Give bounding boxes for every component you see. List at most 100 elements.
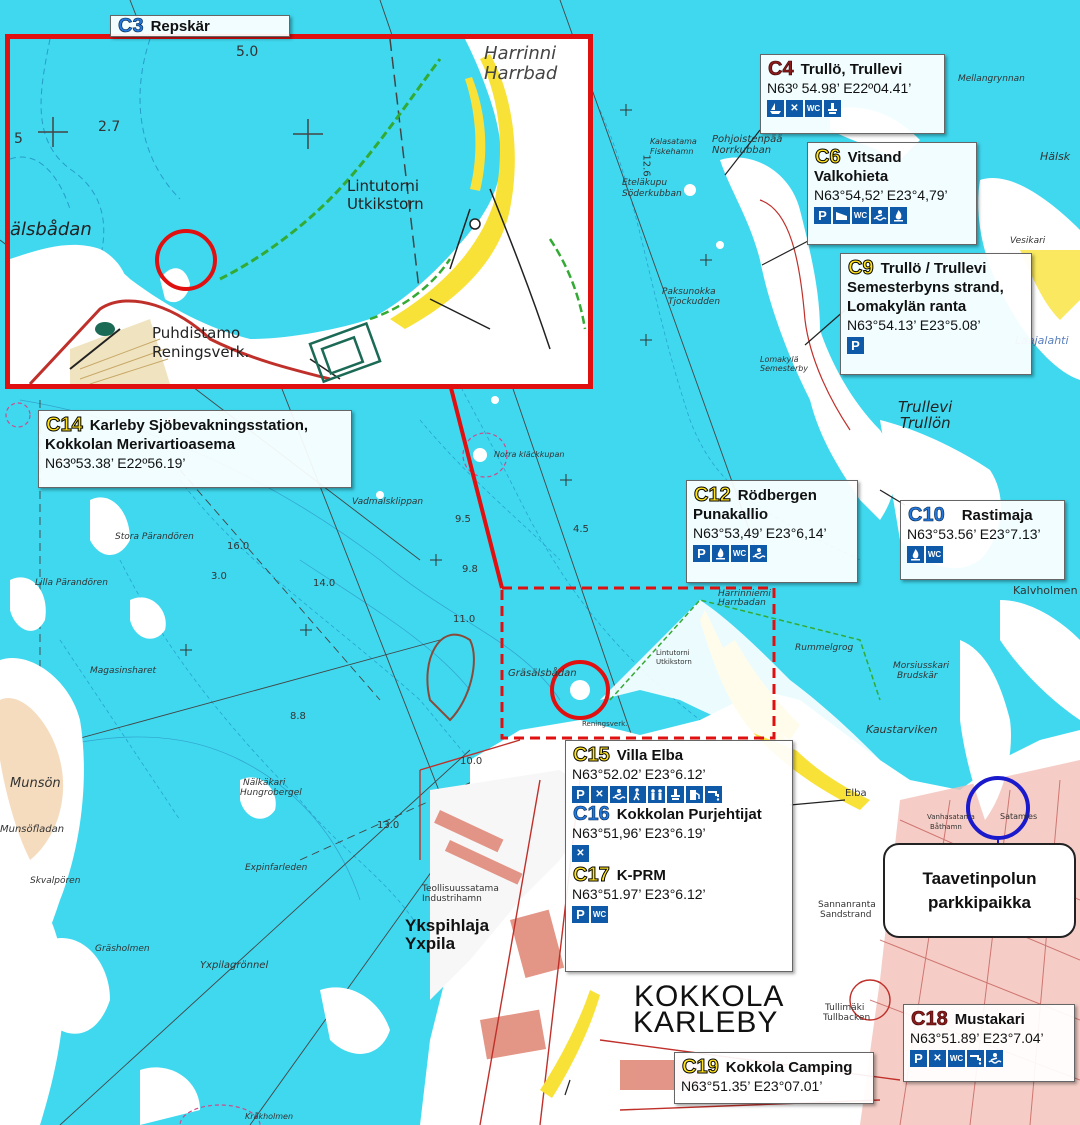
- label-utkikstorn: Utkikstorn: [656, 658, 692, 666]
- label-nalkakari: Nälkäkari: [243, 778, 286, 788]
- callout-c12[interactable]: C12 Rödbergen Punakallio N63°53,49’ E23°6…: [686, 480, 858, 583]
- callout-name: Rödbergen: [737, 486, 817, 504]
- label-morsiusskari: Morsiusskari: [893, 661, 950, 671]
- depth-label: 9.5: [455, 514, 471, 525]
- parking-label-line-2: parkkipaikka: [927, 892, 1031, 912]
- inset-depth-label: 2.7: [98, 119, 121, 135]
- callout-coords: N63°54,52’ E23°4,79’: [814, 187, 948, 203]
- inset-label-grasalsbadan: älsbådan: [10, 219, 92, 240]
- fuel-icon: [686, 786, 703, 803]
- label-mellangrynnan: Mellangrynnan: [958, 74, 1025, 84]
- label-trullon: Trullön: [900, 414, 951, 432]
- label-teollisuussatama: Teollisuussatama: [422, 884, 499, 894]
- boat-icon: [767, 100, 784, 117]
- water-icon: [705, 786, 722, 803]
- callout-code: C19: [682, 1056, 720, 1078]
- depth-label: 12.6: [640, 154, 652, 177]
- inset-label-reningsverk: Reningsverk.: [152, 343, 250, 361]
- callout-coords: N63°52.02’ E23°6.12’: [572, 766, 706, 782]
- label-munsofladan: Munsöfladan: [0, 824, 65, 835]
- depth-label: 14.0: [313, 578, 336, 589]
- depth-label: 4.5: [573, 524, 589, 535]
- label-lintutorni: Lintutorni: [656, 649, 690, 657]
- label-soderkubban: Söderkubban: [622, 189, 682, 199]
- hiking-icon: [629, 786, 646, 803]
- swim-icon: [610, 786, 627, 803]
- depth-label: 9.8: [462, 564, 478, 575]
- callout-name: Villa Elba: [616, 746, 684, 764]
- family-icon: [648, 786, 665, 803]
- callout-c6[interactable]: C6 Vitsand Valkohieta N63°54,52’ E23°4,79…: [807, 142, 977, 245]
- label-vesikari: Vesikari: [1010, 236, 1046, 246]
- callout-c15-c16-c17[interactable]: C15 Villa Elba N63°52.02’ E23°6.12’ P ✕ C…: [565, 740, 793, 972]
- callout-name: Mustakari: [954, 1010, 1025, 1028]
- callout-name: Kokkola Camping: [725, 1058, 853, 1076]
- inset-label-lintutorni: Lintutorni: [347, 177, 420, 195]
- callout-code: C18: [911, 1008, 948, 1030]
- fire-icon: [907, 546, 924, 563]
- label-lomakyla: Lomakylä: [760, 355, 799, 364]
- label-norra-klackkupan: Norra kläckkupan: [494, 450, 565, 459]
- parking-icon: P: [572, 906, 589, 923]
- label-harrbadan-main: Harrbadan: [718, 598, 766, 608]
- callout-coords: N63°51.35’ E23°07.01’: [681, 1078, 823, 1094]
- callout-c19[interactable]: C19 Kokkola Camping N63°51.35’ E23°07.01’: [674, 1052, 874, 1104]
- label-stora-parandoren: Stora Pärandören: [115, 532, 194, 542]
- callout-code: C17: [573, 864, 611, 886]
- callout-code: C16: [573, 803, 610, 825]
- label-elba: Elba: [845, 788, 867, 799]
- label-paksunokka: Paksunokka: [662, 287, 716, 297]
- callout-c4[interactable]: C4 Trullö, Trullevi N63º 54.98’ E22º04.41…: [760, 54, 945, 134]
- callout-name-alt: Kokkolan Merivartioasema: [45, 436, 236, 453]
- town-label-yxpila: Yxpila: [405, 934, 456, 953]
- callout-name: Kokkolan Purjehtijat: [616, 805, 762, 823]
- label-hungrobergel: Hungrobergel: [240, 788, 302, 798]
- inset-depth-label: 5: [14, 131, 23, 147]
- depth-label: 11.0: [453, 614, 476, 625]
- parking-icon: P: [693, 545, 710, 562]
- label-lilla-parandoren: Lilla Pärandören: [35, 578, 108, 588]
- label-industrihamn: Industrihamn: [422, 894, 482, 904]
- swim-icon: [986, 1050, 1003, 1067]
- callout-coords: N63º 54.98’ E22º04.41’: [767, 80, 912, 96]
- callout-c18[interactable]: C18 Mustakari N63°51.89’ E23°7.04’ P ✕ WC: [903, 1004, 1075, 1082]
- callout-name: Trullö / Trullevi: [880, 259, 987, 277]
- depth-label: 13.0: [377, 820, 400, 831]
- callout-c3[interactable]: C3 Repskär: [110, 15, 290, 37]
- label-grasalsbadan: Gräsälsbådan: [508, 668, 577, 679]
- label-sandstrand: Sandstrand: [820, 910, 872, 920]
- label-grasholmen: Gräsholmen: [95, 944, 150, 954]
- callout-coords: N63°51.97’ E23°6.12’: [572, 886, 706, 902]
- callout-name-alt: Lomakylän ranta: [847, 298, 967, 315]
- callout-code: C4: [768, 58, 794, 80]
- label-kaustarviken: Kaustarviken: [866, 723, 938, 736]
- inset-label-harrinniemi: Harrinni: [484, 43, 557, 64]
- callout-c14[interactable]: C14 Karleby Sjöbevakningsstation, Kokkola…: [38, 410, 352, 488]
- tools-icon: ✕: [929, 1050, 946, 1067]
- depth-label: 3.0: [211, 571, 227, 582]
- inset-label-harrbadan: Harrbad: [484, 63, 558, 84]
- callout-name: Vitsand: [847, 148, 902, 166]
- inset-label-puhdistamo: Puhdistamo: [152, 324, 241, 342]
- callout-name: Trullö, Trullevi: [800, 60, 903, 78]
- shower-icon: [824, 100, 841, 117]
- callout-name: Karleby Sjöbevakningsstation,: [89, 416, 309, 434]
- label-rummelgrog: Rummelgrog: [795, 643, 854, 653]
- city-label-karleby: KARLEBY: [633, 1006, 779, 1039]
- callout-coords: N63°53.56’ E23°7.13’: [907, 526, 1041, 542]
- wc-icon: WC: [591, 906, 608, 923]
- parking-label-box[interactable]: Taavetinpolun parkkipaikka: [883, 843, 1076, 938]
- inset-map-graphic: [10, 39, 588, 384]
- label-sannanranta: Sannanranta: [818, 900, 876, 910]
- callout-c10[interactable]: C10 Rastimaja N63°53.56’ E23°7.13’ WC: [900, 500, 1065, 580]
- swim-icon: [750, 545, 767, 562]
- parking-icon: P: [847, 337, 864, 354]
- label-vanhasatama: Vanhasatama: [927, 813, 975, 821]
- shower-icon: [667, 786, 684, 803]
- label-tullbacken: Tullbacken: [823, 1013, 871, 1023]
- depth-label: 10.0: [460, 756, 483, 767]
- parking-icon: P: [572, 786, 589, 803]
- callout-c9[interactable]: C9 Trullö / Trullevi Semesterbyns strand,…: [840, 253, 1032, 375]
- wc-icon: WC: [948, 1050, 965, 1067]
- label-krakholmen: Kråkholmen: [245, 1112, 294, 1121]
